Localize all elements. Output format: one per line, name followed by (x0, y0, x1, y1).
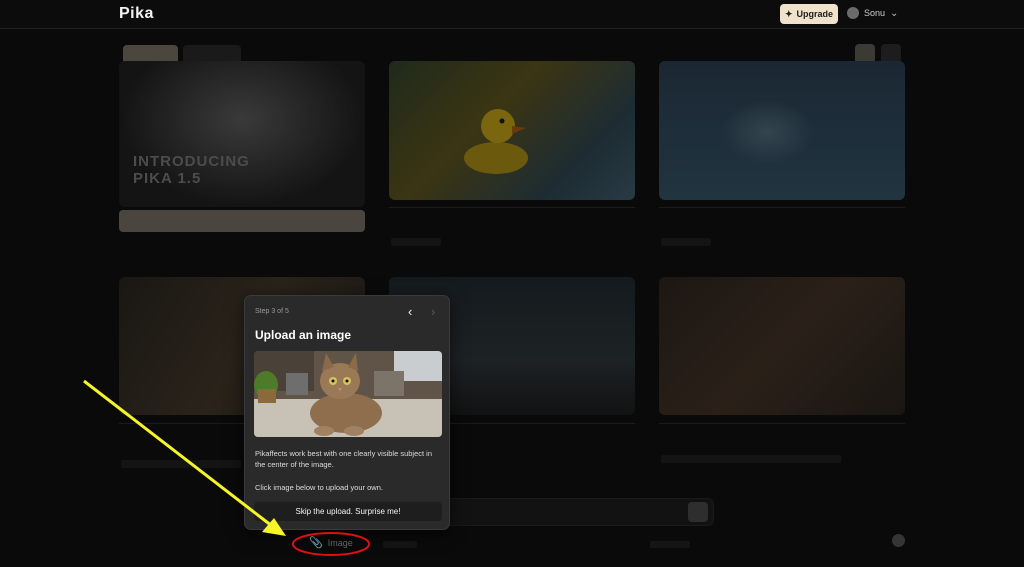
card-action-bar[interactable] (389, 207, 635, 224)
paperclip-icon: 📎 (309, 537, 323, 549)
popover-instruction: Click image below to upload your own. (255, 483, 383, 492)
send-button[interactable] (688, 502, 708, 522)
card-action-bar[interactable] (659, 207, 905, 224)
upgrade-label: Upgrade (796, 9, 834, 19)
example-cat-image[interactable] (254, 351, 442, 437)
prompt-option[interactable] (650, 541, 690, 548)
popover-title: Upload an image (255, 328, 352, 342)
card-action-bar[interactable] (659, 423, 905, 440)
skip-upload-button[interactable]: Skip the upload. Surprise me! (254, 502, 442, 521)
user-menu[interactable]: Sonu ⌄ (847, 7, 898, 19)
prompt-option[interactable] (383, 541, 417, 548)
image-label: Image (327, 537, 353, 548)
chevron-left-icon[interactable]: ‹ (408, 304, 412, 319)
cloud-image (720, 100, 815, 165)
image-upload-button[interactable]: 📎 Image (309, 536, 353, 549)
onboarding-popover: Step 3 of 5 ‹ › Upload an image Pikaffec… (244, 295, 450, 530)
popover-description: Pikaffects work best with one clearly vi… (255, 449, 433, 469)
chevron-down-icon: ⌄ (890, 7, 899, 19)
card-meta (121, 460, 241, 468)
sparkle-icon: ✦ (784, 8, 793, 19)
user-name: Sonu (864, 8, 886, 18)
card-meta (661, 238, 711, 246)
cat-illustration (254, 351, 442, 437)
duck-image (464, 109, 528, 174)
chevron-right-icon[interactable]: › (431, 304, 435, 319)
card-meta (391, 238, 441, 246)
upgrade-button[interactable]: ✦ Upgrade (780, 4, 838, 24)
hero-cta-button[interactable] (119, 210, 365, 232)
top-bar: Pika ✦ Upgrade Sonu ⌄ (0, 0, 1024, 29)
video-thumbnail[interactable] (659, 277, 905, 415)
step-indicator: Step 3 of 5 (255, 308, 289, 315)
help-icon[interactable] (892, 534, 905, 547)
hero-title: INTRODUCING PIKA 1.5 (133, 153, 250, 187)
pika-logo[interactable]: Pika (119, 5, 154, 23)
user-avatar-icon (847, 7, 859, 19)
page: Pika ✦ Upgrade Sonu ⌄ INTRODUCING PIKA 1… (0, 0, 1024, 567)
card-meta (661, 455, 841, 463)
